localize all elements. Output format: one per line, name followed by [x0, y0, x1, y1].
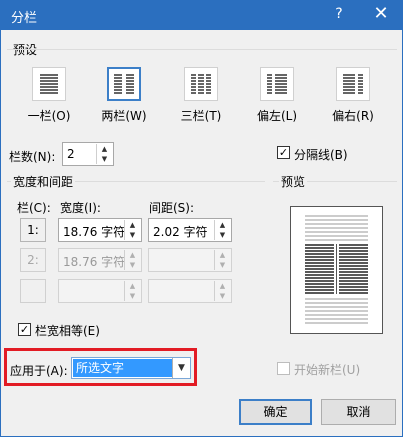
- spin-up-icon[interactable]: ▲: [97, 144, 112, 154]
- spacing-spin-1: ▲ ▼: [214, 220, 230, 240]
- spacing-field-2: ▲ ▼: [148, 248, 232, 272]
- preset-one-column[interactable]: 一栏(O): [19, 67, 79, 124]
- spin-down-icon[interactable]: ▼: [97, 154, 112, 164]
- spacing-spin-2: ▲ ▼: [214, 250, 230, 270]
- spin-down-icon[interactable]: ▼: [125, 230, 140, 240]
- ok-button[interactable]: 确定: [239, 399, 312, 425]
- width-field-2: 18.76 字符 ▲ ▼: [58, 248, 142, 272]
- spin-down-icon[interactable]: ▼: [215, 230, 230, 240]
- width-spin-1: ▲ ▼: [124, 220, 140, 240]
- highlight-box: [4, 348, 197, 386]
- width-value-1: 18.76 字符: [63, 225, 126, 239]
- num-cols-label: 栏数(N):: [9, 150, 56, 164]
- spin-down-icon: ▼: [219, 292, 226, 300]
- spin-up-icon: ▲: [219, 251, 226, 259]
- col-header: 栏(C):: [17, 201, 51, 215]
- preset-one-column-label: 一栏(O): [27, 109, 71, 123]
- preset-two-columns[interactable]: 两栏(W): [94, 67, 154, 124]
- width-field-3: ▲ ▼: [58, 279, 142, 303]
- spacing-header: 间距(S):: [149, 201, 195, 215]
- col-number-1: 1:: [20, 218, 46, 242]
- preset-left[interactable]: 偏左(L): [247, 67, 307, 124]
- three-columns-icon: [184, 67, 218, 101]
- spin-up-icon[interactable]: ▲: [215, 220, 230, 230]
- spin-up-icon: ▲: [129, 282, 136, 290]
- num-cols-value: 2: [67, 147, 75, 161]
- spin-down-icon: ▼: [219, 261, 226, 269]
- preset-right-label: 偏右(R): [332, 109, 374, 123]
- spacing-value-1: 2.02 字符: [153, 225, 208, 239]
- col-number-3: [20, 279, 46, 303]
- dialog-title: 分栏: [11, 11, 38, 26]
- close-icon[interactable]: ✕: [369, 3, 393, 24]
- right-column-icon: [336, 67, 370, 101]
- left-column-icon: [260, 67, 294, 101]
- preview-page: [290, 206, 383, 334]
- start-new-col-checkbox: [277, 362, 290, 375]
- preview-label: 预览: [279, 173, 308, 190]
- spin-up-icon[interactable]: ▲: [125, 220, 140, 230]
- width-value-2: 18.76 字符: [63, 255, 126, 269]
- cancel-button[interactable]: 取消: [321, 399, 396, 425]
- preset-three-columns-label: 三栏(T): [180, 109, 222, 123]
- width-spacing-label: 宽度和间距: [11, 173, 76, 190]
- spin-down-icon: ▼: [129, 261, 136, 269]
- equal-width-checkbox[interactable]: ✓: [18, 323, 31, 336]
- spin-up-icon: ▲: [219, 282, 226, 290]
- spacing-spin-3: ▲ ▼: [214, 281, 230, 301]
- line-between-label: 分隔线(B): [294, 148, 348, 162]
- one-column-icon: [32, 67, 66, 101]
- start-new-col-label: 开始新栏(U): [294, 363, 361, 377]
- width-header: 宽度(I):: [60, 201, 101, 215]
- preset-left-label: 偏左(L): [256, 109, 298, 123]
- width-field-1[interactable]: 18.76 字符 ▲ ▼: [58, 218, 142, 242]
- spacing-field-1[interactable]: 2.02 字符 ▲ ▼: [148, 218, 232, 242]
- spacing-field-3: ▲ ▼: [148, 279, 232, 303]
- spin-up-icon: ▲: [129, 251, 136, 259]
- col-number-2: 2:: [20, 248, 46, 272]
- num-cols-spin: ▲ ▼: [96, 144, 112, 164]
- columns-dialog: 分栏 ? ✕ 预设 一栏(O) 两栏(W) 三栏(T) 偏左(L) 偏右(R) …: [0, 0, 403, 437]
- two-columns-icon: [107, 67, 141, 101]
- spin-down-icon: ▼: [129, 292, 136, 300]
- width-spin-2: ▲ ▼: [124, 250, 140, 270]
- width-spin-3: ▲ ▼: [124, 281, 140, 301]
- preset-right[interactable]: 偏右(R): [323, 67, 383, 124]
- preset-two-columns-label: 两栏(W): [101, 109, 147, 123]
- equal-width-label: 栏宽相等(E): [35, 324, 100, 338]
- preset-three-columns[interactable]: 三栏(T): [171, 67, 231, 124]
- line-between-checkbox[interactable]: ✓: [277, 146, 290, 159]
- preview-page-lines: [305, 215, 368, 324]
- title-bar: 分栏 ? ✕: [1, 1, 402, 30]
- num-cols-spinner[interactable]: 2 ▲ ▼: [62, 142, 114, 166]
- help-icon[interactable]: ?: [329, 6, 349, 22]
